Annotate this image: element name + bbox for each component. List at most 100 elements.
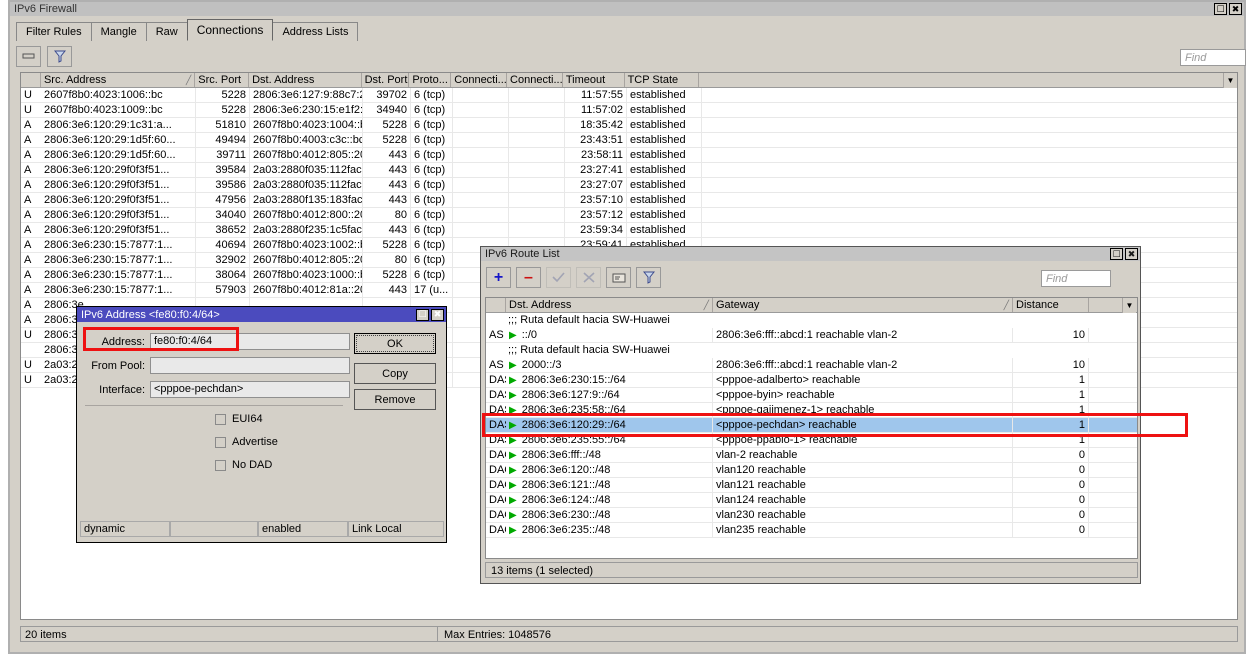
tab-mangle[interactable]: Mangle	[91, 22, 147, 41]
conn-col-connecti[interactable]: Connecti...	[507, 73, 563, 87]
table-row[interactable]: DAS▶2806:3e6:127:9::/64<pppoe-byin> reac…	[486, 388, 1137, 403]
col-label: Connecti...	[510, 74, 563, 86]
remove-route-button[interactable]: –	[516, 267, 541, 288]
address-close-icon[interactable]: ✖	[431, 309, 444, 321]
cell-c1	[453, 208, 509, 222]
remove-button[interactable]	[16, 46, 41, 67]
eui64-checkbox-row[interactable]: EUI64	[215, 413, 263, 425]
table-row[interactable]: A2806:3e6:120:29f0f3f51...340402607f8b0:…	[21, 208, 1237, 223]
table-row[interactable]: U2607f8b0:4023:1009::bc52282806:3e6:230:…	[21, 103, 1237, 118]
copy-button[interactable]: Copy	[354, 363, 436, 384]
route-find-input[interactable]: Find	[1041, 270, 1111, 287]
route-col-blank[interactable]	[486, 298, 506, 312]
conn-col-dst-address[interactable]: Dst. Address	[249, 73, 362, 87]
conn-col-src-port[interactable]: Src. Port	[195, 73, 249, 87]
cell-src: 2806:3e6:120:29f0f3f51...	[41, 208, 196, 222]
cell-state: established	[627, 118, 702, 132]
route-column-menu-icon[interactable]: ▼	[1122, 298, 1136, 313]
enable-route-button[interactable]	[546, 267, 571, 288]
table-row[interactable]: A2806:3e6:120:29:1c31:a...518102607f8b0:…	[21, 118, 1237, 133]
route-col-distance[interactable]: Distance	[1013, 298, 1089, 312]
table-row[interactable]: AS▶::/02806:3e6:fff::abcd:1 reachable vl…	[486, 328, 1137, 343]
tab-address-lists[interactable]: Address Lists	[272, 22, 358, 41]
address-dialog-titlebar[interactable]: IPv6 Address <fe80:f0:4/64> ☐ ✖	[77, 307, 446, 322]
table-row[interactable]: A2806:3e6:120:29f0f3f51...395862a03:2880…	[21, 178, 1237, 193]
cell-dst-address-wrap: ▶2806:3e6:235:58::/64	[506, 403, 713, 417]
cell-src: 2806:3e6:120:29:1c31:a...	[41, 118, 196, 132]
cell-dport: 443	[363, 148, 411, 162]
no-dad-checkbox-row[interactable]: No DAD	[215, 459, 272, 471]
cell-flag: A	[21, 178, 41, 192]
cell-flag: U	[21, 103, 41, 117]
conn-col-timeout[interactable]: Timeout	[563, 73, 625, 87]
table-row[interactable]: A2806:3e6:120:29:1d5f:60...397112607f8b0…	[21, 148, 1237, 163]
conn-col-connecti[interactable]: Connecti...	[451, 73, 507, 87]
conn-col-tcp-state[interactable]: TCP State	[625, 73, 700, 87]
table-row[interactable]: DAC▶2806:3e6:120::/48vlan120 reachable0	[486, 463, 1137, 478]
table-row[interactable]: DAS▶2806:3e6:120:29::/64<pppoe-pechdan> …	[486, 418, 1137, 433]
tab-connections[interactable]: Connections	[187, 19, 274, 41]
route-filter-icon[interactable]	[636, 267, 661, 288]
route-col-gateway[interactable]: Gateway╱	[713, 298, 1013, 312]
table-row[interactable]: A2806:3e6:120:29f0f3f51...479562a03:2880…	[21, 193, 1237, 208]
table-row[interactable]: DAS▶2806:3e6:235:58::/64<pppoe-gajimenez…	[486, 403, 1137, 418]
conn-col-blank[interactable]	[699, 73, 1237, 87]
interface-input[interactable]: <pppoe-pechdan>	[150, 381, 350, 398]
col-label: Dst. Address	[509, 299, 571, 311]
firewall-find-input[interactable]: Find	[1180, 49, 1246, 66]
cell-flags: DAC	[486, 508, 506, 522]
table-row[interactable]: A2806:3e6:120:29f0f3f51...386522a03:2880…	[21, 223, 1237, 238]
eui64-checkbox[interactable]	[215, 414, 226, 425]
table-row[interactable]: A2806:3e6:120:29f0f3f51...395842a03:2880…	[21, 163, 1237, 178]
cell-proto: 6 (tcp)	[411, 253, 453, 267]
cell-dst: 2607f8b0:4023:1000::bc	[250, 268, 363, 282]
table-row[interactable]: AS▶2000::/32806:3e6:fff::abcd:1 reachabl…	[486, 358, 1137, 373]
column-menu-icon[interactable]: ▼	[1223, 73, 1237, 88]
table-row[interactable]: DAC▶2806:3e6:124::/48vlan124 reachable0	[486, 493, 1137, 508]
comment-button[interactable]	[606, 267, 631, 288]
filter-icon[interactable]	[47, 46, 72, 67]
conn-col-dst-port[interactable]: Dst. Port	[362, 73, 410, 87]
ok-button[interactable]: OK	[354, 333, 436, 354]
restore-icon[interactable]: ☐	[1214, 3, 1227, 15]
route-col-dst-address[interactable]: Dst. Address╱	[506, 298, 713, 312]
advertise-checkbox[interactable]	[215, 437, 226, 448]
route-close-icon[interactable]: ✖	[1125, 248, 1138, 260]
route-restore-icon[interactable]: ☐	[1110, 248, 1123, 260]
cell-blank	[1089, 403, 1127, 417]
cell-flag: A	[21, 283, 41, 297]
address-restore-icon[interactable]: ☐	[416, 309, 429, 321]
table-row[interactable]: DAC▶2806:3e6:230::/48vlan230 reachable0	[486, 508, 1137, 523]
cell-flag: A	[21, 313, 41, 327]
conn-col-blank[interactable]	[21, 73, 41, 87]
route-titlebar[interactable]: IPv6 Route List ☐ ✖	[481, 247, 1140, 261]
table-row[interactable]: DAC▶2806:3e6:121::/48vlan121 reachable0	[486, 478, 1137, 493]
conn-col-src-address[interactable]: Src. Address╱	[41, 73, 195, 87]
no-dad-checkbox[interactable]	[215, 460, 226, 471]
add-route-button[interactable]: +	[486, 267, 511, 288]
from-pool-input[interactable]	[150, 357, 350, 374]
advertise-checkbox-row[interactable]: Advertise	[215, 436, 278, 448]
close-icon[interactable]: ✖	[1229, 3, 1242, 15]
cell-c1	[453, 193, 509, 207]
table-row[interactable]: U2607f8b0:4023:1006::bc52282806:3e6:127:…	[21, 88, 1237, 103]
table-row[interactable]: DAC▶2806:3e6:fff::/48vlan-2 reachable0	[486, 448, 1137, 463]
tab-filter-rules[interactable]: Filter Rules	[16, 22, 92, 41]
cell-dport: 443	[363, 223, 411, 237]
address-input[interactable]: fe80:f0:4/64	[150, 333, 350, 350]
disable-route-button[interactable]	[576, 267, 601, 288]
table-row[interactable]: DAS▶2806:3e6:235:55::/64<pppoe-ppablo-1>…	[486, 433, 1137, 448]
comment-row[interactable]: ;;; Ruta default hacia SW-Huawei	[486, 313, 1137, 328]
firewall-titlebar[interactable]: IPv6 Firewall ☐ ✖	[10, 2, 1244, 16]
table-row[interactable]: DAC▶2806:3e6:235::/48vlan235 reachable0	[486, 523, 1137, 538]
remove-button-dialog[interactable]: Remove	[354, 389, 436, 410]
cell-proto: 6 (tcp)	[411, 88, 453, 102]
conn-col-proto[interactable]: Proto...	[409, 73, 451, 87]
cell-sport: 49494	[196, 133, 250, 147]
table-row[interactable]: DAS▶2806:3e6:230:15::/64<pppoe-adalberto…	[486, 373, 1137, 388]
tab-raw[interactable]: Raw	[146, 22, 188, 41]
comment-row[interactable]: ;;; Ruta default hacia SW-Huawei	[486, 343, 1137, 358]
cell-dst: 2607f8b0:4012:805::2003	[250, 253, 363, 267]
cell-flags: AS	[486, 358, 506, 372]
table-row[interactable]: A2806:3e6:120:29:1d5f:60...494942607f8b0…	[21, 133, 1237, 148]
